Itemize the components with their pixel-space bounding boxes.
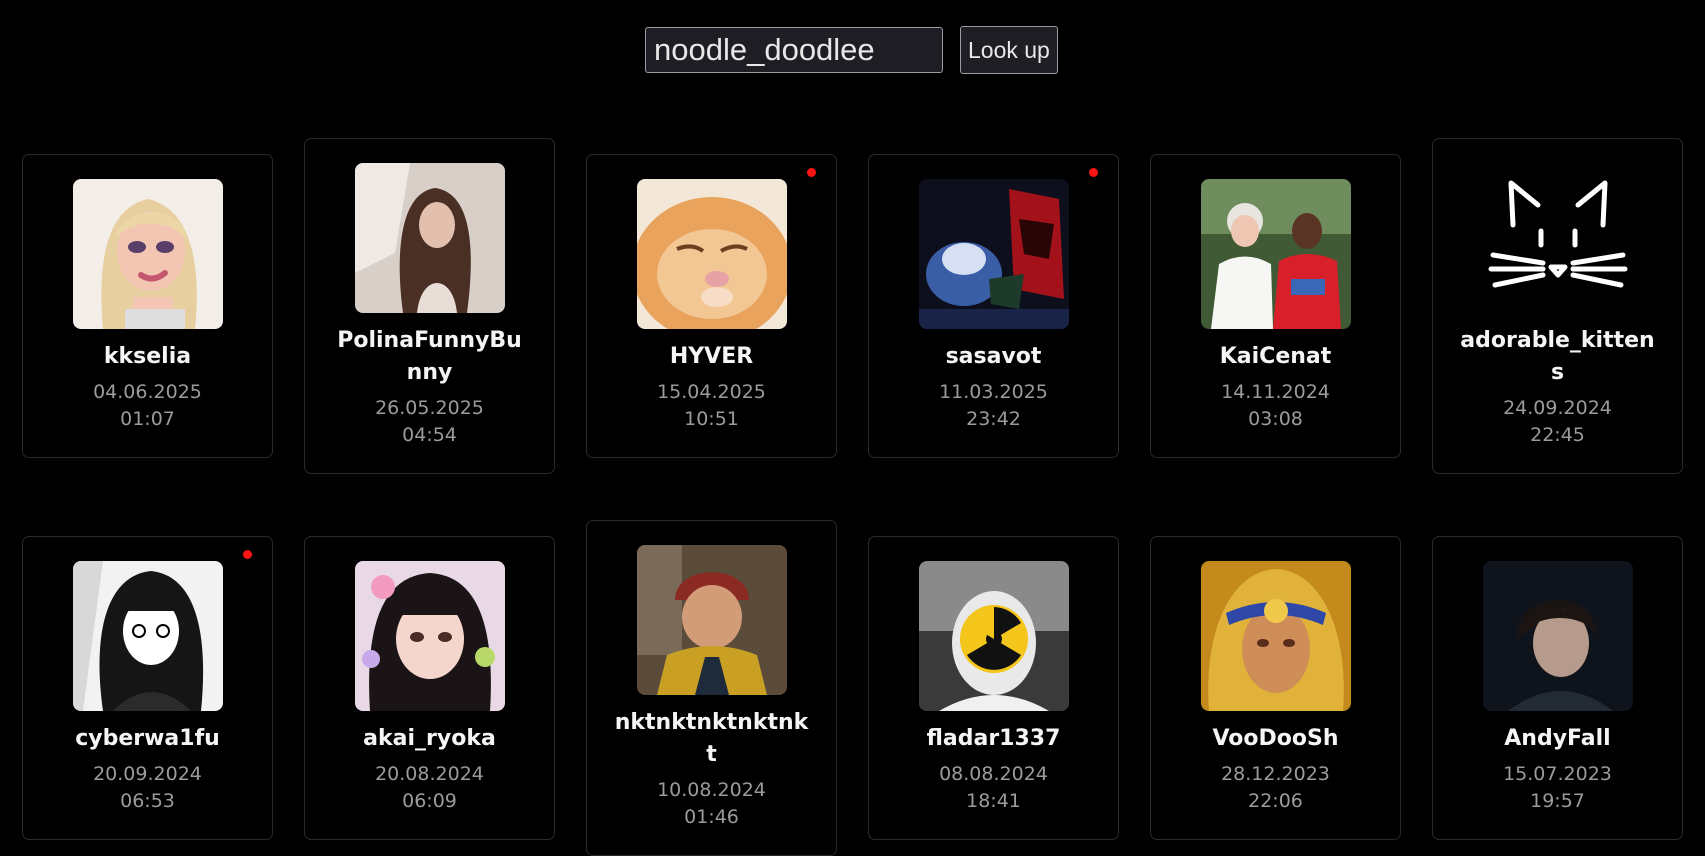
manga-avatar[interactable] — [72, 561, 223, 711]
profile-time: 04:54 — [402, 424, 457, 446]
profile-username[interactable]: VooDooSh — [1176, 723, 1376, 755]
profile-time: 01:07 — [120, 408, 175, 430]
cat-outline-avatar[interactable] — [1482, 163, 1633, 313]
profile-card[interactable]: sasavot 11.03.2025 23:42 — [868, 154, 1119, 458]
demon-avatar[interactable] — [918, 179, 1069, 329]
profile-card[interactable]: PolinaFunnyBunny 26.05.2025 04:54 — [304, 138, 555, 474]
profile-time: 10:51 — [684, 408, 739, 430]
doll-avatar[interactable] — [72, 179, 223, 329]
profile-date: 26.05.2025 — [375, 397, 484, 419]
live-indicator-dot — [1089, 168, 1098, 177]
radiation-avatar[interactable] — [918, 561, 1069, 711]
photo-avatar[interactable] — [1200, 179, 1351, 329]
live-indicator-dot — [243, 550, 252, 559]
lookup-button[interactable]: Look up — [960, 26, 1058, 74]
profile-card[interactable]: akai_ryoka 20.08.2024 06:09 — [304, 536, 555, 840]
username-search-input[interactable] — [645, 27, 943, 73]
profile-card[interactable]: KaiCenat 14.11.2024 03:08 — [1150, 154, 1401, 458]
profile-time: 06:09 — [402, 790, 457, 812]
game-character-avatar[interactable] — [636, 545, 787, 695]
profile-card[interactable]: nktnktnktnktnkt 10.08.2024 01:46 — [586, 520, 837, 856]
profile-username[interactable]: fladar1337 — [894, 723, 1094, 755]
profile-card[interactable]: HYVER 15.04.2025 10:51 — [586, 154, 837, 458]
profile-date: 20.08.2024 — [375, 763, 484, 785]
search-bar: Look up — [645, 26, 1058, 74]
profile-time: 22:06 — [1248, 790, 1303, 812]
profile-date: 20.09.2024 — [93, 763, 202, 785]
profile-username[interactable]: sasavot — [894, 341, 1094, 373]
profile-date: 04.06.2025 — [93, 381, 202, 403]
profile-card[interactable]: fladar1337 08.08.2024 18:41 — [868, 536, 1119, 840]
profile-time: 18:41 — [966, 790, 1021, 812]
profile-username[interactable]: PolinaFunnyBunny — [330, 325, 530, 389]
profile-card[interactable]: kkselia 04.06.2025 01:07 — [22, 154, 273, 458]
profile-time: 01:46 — [684, 806, 739, 828]
profile-date: 15.04.2025 — [657, 381, 766, 403]
profile-time: 03:08 — [1248, 408, 1303, 430]
profile-username[interactable]: akai_ryoka — [330, 723, 530, 755]
profile-card[interactable]: VooDooSh 28.12.2023 22:06 — [1150, 536, 1401, 840]
profile-time: 19:57 — [1530, 790, 1585, 812]
profile-date: 28.12.2023 — [1221, 763, 1330, 785]
streamer-avatar[interactable] — [1482, 561, 1633, 711]
profile-grid: kkselia 04.06.2025 01:07 PolinaFunnyBunny 2… — [22, 138, 1686, 856]
profile-username[interactable]: adorable_kittens — [1458, 325, 1658, 389]
profile-time: 23:42 — [966, 408, 1021, 430]
profile-date: 15.07.2023 — [1503, 763, 1612, 785]
profile-username[interactable]: nktnktnktnktnkt — [612, 707, 812, 771]
profile-username[interactable]: kkselia — [48, 341, 248, 373]
profile-date: 11.03.2025 — [939, 381, 1048, 403]
profile-card[interactable]: adorable_kittens 24.09.2024 22:45 — [1432, 138, 1683, 474]
cat-avatar[interactable] — [636, 179, 787, 329]
profile-time: 06:53 — [120, 790, 175, 812]
portrait-avatar[interactable] — [354, 163, 505, 313]
profile-card[interactable]: AndyFall 15.07.2023 19:57 — [1432, 536, 1683, 840]
profile-username[interactable]: AndyFall — [1458, 723, 1658, 755]
profile-username[interactable]: cyberwa1fu — [48, 723, 248, 755]
profile-card[interactable]: cyberwa1fu 20.09.2024 06:53 — [22, 536, 273, 840]
profile-date: 14.11.2024 — [1221, 381, 1330, 403]
anime-girl-avatar[interactable] — [354, 561, 505, 711]
profile-date: 10.08.2024 — [657, 779, 766, 801]
profile-username[interactable]: KaiCenat — [1176, 341, 1376, 373]
profile-date: 24.09.2024 — [1503, 397, 1612, 419]
warrior-avatar[interactable] — [1200, 561, 1351, 711]
profile-time: 22:45 — [1530, 424, 1585, 446]
live-indicator-dot — [807, 168, 816, 177]
profile-date: 08.08.2024 — [939, 763, 1048, 785]
profile-username[interactable]: HYVER — [612, 341, 812, 373]
